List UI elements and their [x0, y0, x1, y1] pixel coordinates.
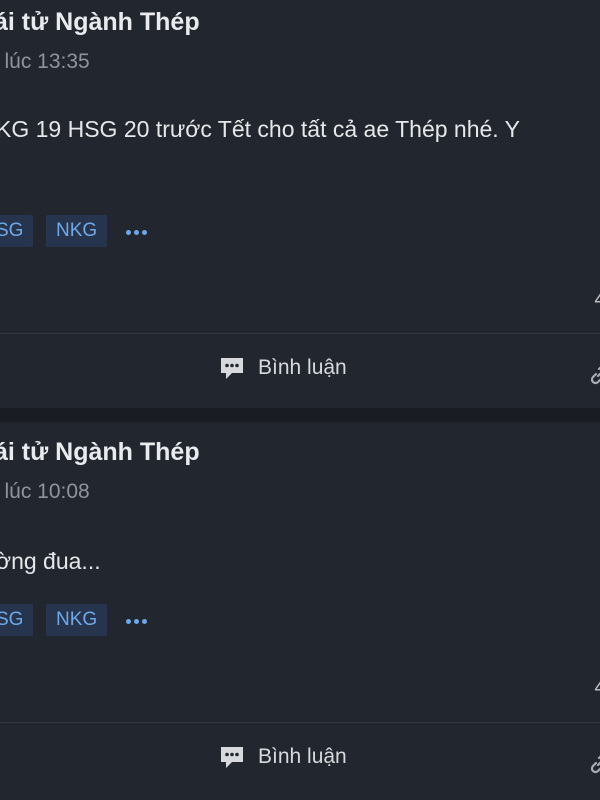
feed-viewport: ái tử Ngành Thép l lúc 13:35 KG 19 HSG 2…: [0, 0, 600, 800]
reaction-count[interactable]: 4: [594, 288, 600, 312]
more-dots-icon[interactable]: [126, 616, 152, 626]
post-author[interactable]: ái tử Ngành Thép: [0, 8, 200, 37]
comment-icon: [221, 358, 243, 379]
reaction-count[interactable]: 4: [594, 676, 600, 700]
tag-nkg[interactable]: NKG: [46, 215, 108, 247]
comment-label: Bình luận: [258, 356, 347, 379]
post-content: ờng đua...: [0, 548, 101, 574]
comment-button[interactable]: Bình luận: [218, 739, 347, 775]
tag-nkg[interactable]: NKG: [46, 604, 108, 636]
comment-label: Bình luận: [258, 745, 347, 768]
more-dots-icon[interactable]: [126, 227, 152, 237]
link-icon[interactable]: [588, 751, 600, 775]
post-timestamp[interactable]: l lúc 13:35: [0, 50, 90, 74]
post-content: KG 19 HSG 20 trước Tết cho tất cả ae Thé…: [0, 116, 520, 142]
post-card: ái tử Ngành Thép l lúc 10:08 ờng đua... …: [0, 422, 600, 800]
link-icon[interactable]: [588, 362, 600, 386]
comment-icon: [221, 747, 243, 768]
tag-sg[interactable]: SG: [0, 215, 34, 247]
post-card: ái tử Ngành Thép l lúc 13:35 KG 19 HSG 2…: [0, 0, 600, 408]
post-divider: [0, 333, 600, 334]
post-author[interactable]: ái tử Ngành Thép: [0, 438, 200, 467]
tag-sg[interactable]: SG: [0, 604, 34, 636]
post-divider: [0, 722, 600, 723]
post-timestamp[interactable]: l lúc 10:08: [0, 480, 90, 504]
comment-button[interactable]: Bình luận: [218, 350, 347, 386]
